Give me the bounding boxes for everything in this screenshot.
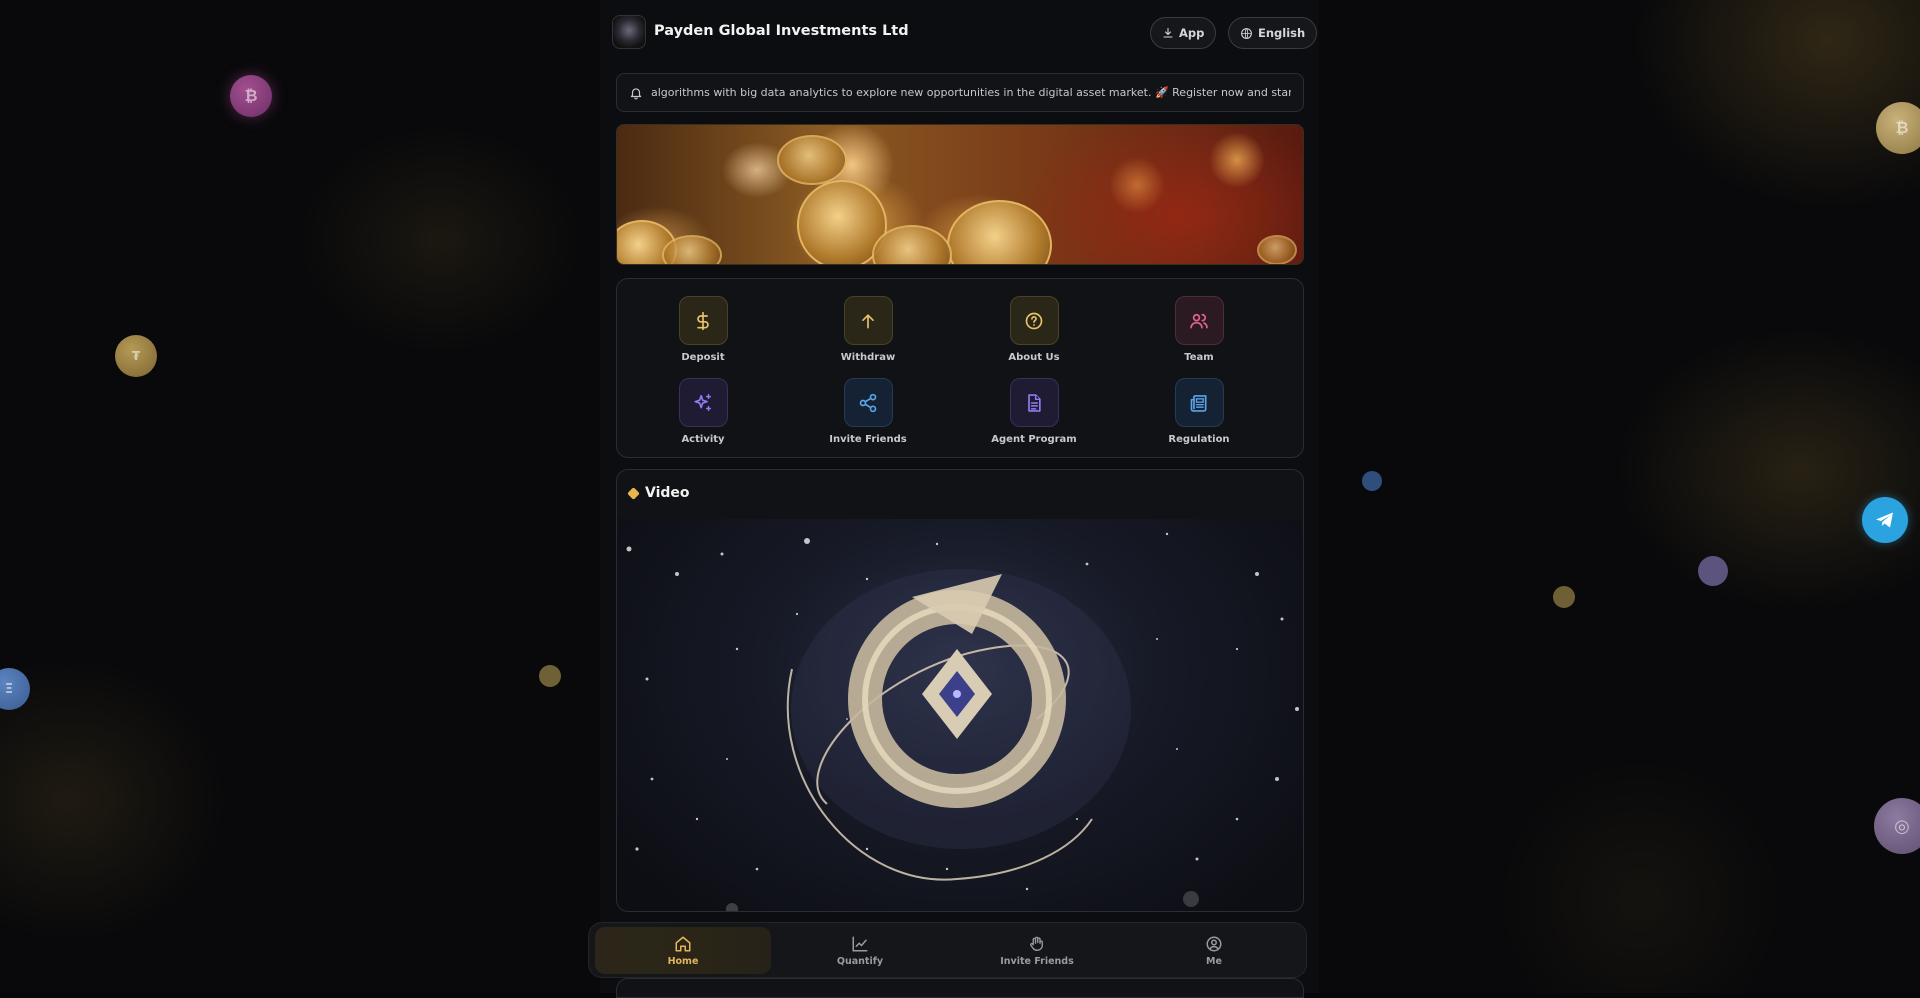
share-icon — [843, 378, 893, 427]
tether-bubble-icon: ₮ — [115, 335, 157, 377]
telegram-icon — [1876, 512, 1893, 528]
bell-icon — [630, 87, 642, 99]
bitcoin-bubble-icon: ₿ — [1876, 102, 1920, 154]
sparkles-icon — [678, 378, 728, 427]
mobile-app-container: Payden Global Investments Ltd App Englis… — [588, 0, 1319, 998]
hero-banner-image[interactable] — [616, 124, 1304, 265]
menu-item-withdraw[interactable]: Withdraw — [808, 296, 928, 366]
menu-item-activity[interactable]: Activity — [643, 378, 763, 448]
document-icon — [1009, 378, 1059, 427]
language-label: English — [1258, 26, 1306, 40]
menu-label: Invite Friends — [829, 434, 907, 445]
menu-label: Withdraw — [840, 352, 896, 363]
tab-label: Me — [1206, 955, 1222, 967]
announcement-bar[interactable]: algorithms with big data analytics to ex… — [616, 73, 1304, 112]
menu-label: Regulation — [1168, 434, 1230, 445]
coin-bubble-icon — [1362, 471, 1382, 491]
tab-quantify[interactable]: Quantify — [772, 927, 948, 974]
download-app-button[interactable]: App — [1150, 17, 1217, 49]
tab-me[interactable]: Me — [1126, 927, 1302, 974]
globe-icon — [1241, 27, 1252, 39]
app-header: Payden Global Investments Ltd App Englis… — [600, 0, 1319, 66]
menu-item-deposit[interactable]: Deposit — [643, 296, 763, 366]
chart-icon — [852, 936, 868, 951]
menu-label: Deposit — [681, 352, 725, 363]
diamond-bullet-icon — [627, 486, 640, 500]
video-player[interactable] — [617, 519, 1303, 911]
telegram-button[interactable] — [1862, 497, 1908, 543]
coin-graphic — [947, 200, 1052, 264]
app-button-label: App — [1179, 26, 1205, 40]
announcement-text: algorithms with big data analytics to ex… — [651, 86, 1291, 99]
coin-graphic — [777, 135, 847, 185]
menu-item-team[interactable]: Team — [1139, 296, 1259, 366]
question-circle-icon — [1009, 296, 1059, 345]
dollar-icon — [678, 296, 728, 345]
coin-bubble-icon — [1553, 586, 1575, 608]
brand-name: Payden Global Investments Ltd — [654, 23, 909, 39]
menu-label: Team — [1184, 352, 1214, 363]
tab-label: Home — [667, 955, 699, 967]
tab-label: Quantify — [836, 955, 884, 967]
brand-logo[interactable] — [612, 15, 646, 49]
bottom-navigation: Home Quantify Invite Friends Me — [588, 922, 1307, 978]
coin-graphic — [662, 235, 722, 264]
quick-menu-grid: Deposit Withdraw About Us Team Activity — [616, 278, 1304, 458]
video-section-header: Video — [617, 470, 1303, 516]
next-section-edge — [616, 978, 1304, 998]
tab-home[interactable]: Home — [595, 927, 771, 974]
arrow-up-icon — [843, 296, 893, 345]
menu-item-invite-friends[interactable]: Invite Friends — [808, 378, 928, 448]
newspaper-icon — [1174, 378, 1224, 427]
home-icon — [675, 936, 691, 951]
video-section: Video — [616, 469, 1304, 912]
menu-item-agent-program[interactable]: Agent Program — [974, 378, 1094, 448]
coin-bubble-icon — [1698, 556, 1728, 586]
handshake-icon — [1030, 936, 1043, 951]
menu-label: About Us — [1008, 352, 1060, 363]
menu-label: Agent Program — [991, 434, 1077, 445]
bitcoin-bubble-icon: ₿ — [230, 75, 272, 117]
user-circle-icon — [1206, 936, 1222, 951]
language-selector[interactable]: English — [1228, 17, 1318, 49]
users-icon — [1174, 296, 1224, 345]
video-section-title: Video — [645, 485, 690, 501]
menu-item-about-us[interactable]: About Us — [974, 296, 1094, 366]
download-icon — [1163, 27, 1173, 38]
menu-label: Activity — [681, 434, 725, 445]
menu-item-regulation[interactable]: Regulation — [1139, 378, 1259, 448]
tab-invite-friends[interactable]: Invite Friends — [949, 927, 1125, 974]
video-thumbnail-logo — [626, 532, 1299, 911]
tab-label: Invite Friends — [1000, 955, 1074, 967]
coin-bubble-icon — [539, 665, 561, 687]
coin-graphic — [1257, 235, 1297, 264]
